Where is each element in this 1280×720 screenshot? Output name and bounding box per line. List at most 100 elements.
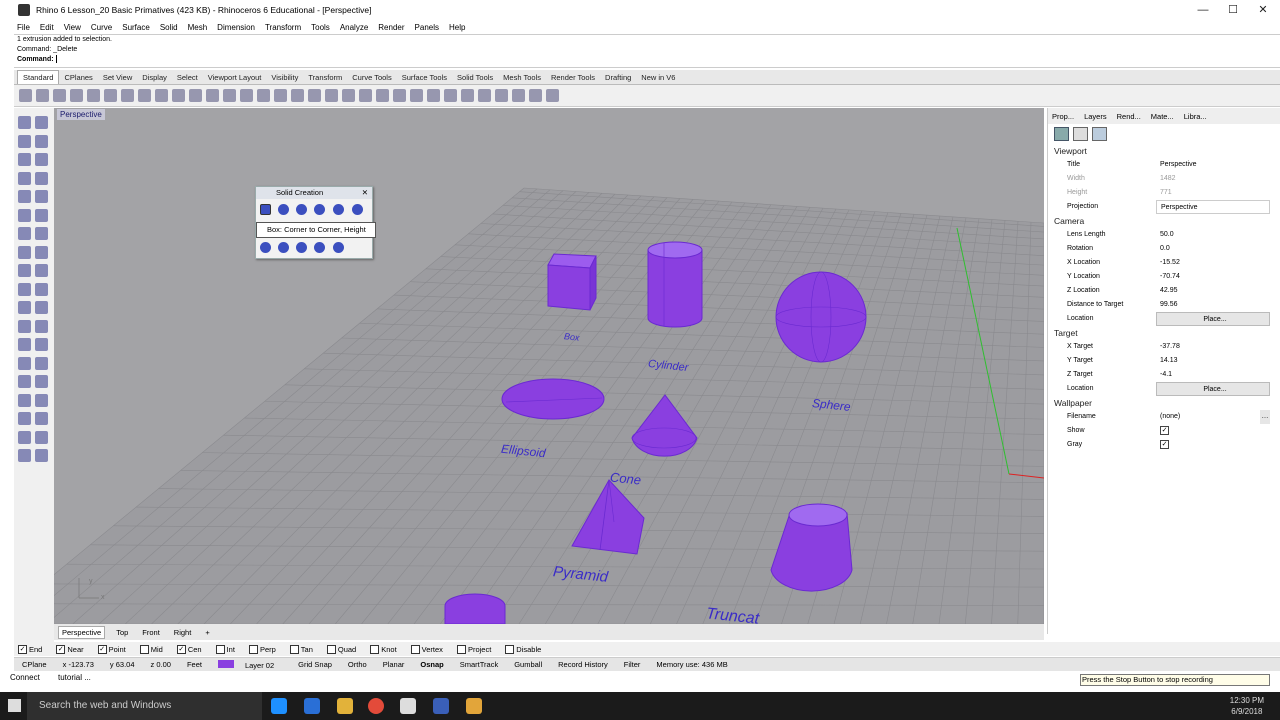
- osnap-knot[interactable]: Knot: [370, 644, 403, 654]
- tab-top[interactable]: Top: [113, 627, 131, 638]
- tab-cplanes[interactable]: CPlanes: [59, 71, 97, 84]
- camera-props-icon[interactable]: [1054, 127, 1069, 141]
- menu-transform[interactable]: Transform: [265, 23, 301, 32]
- tab-select[interactable]: Select: [172, 71, 203, 84]
- tab-surface-tools[interactable]: Surface Tools: [397, 71, 452, 84]
- options-icon[interactable]: [495, 89, 508, 102]
- tab-mesh-tools[interactable]: Mesh Tools: [498, 71, 546, 84]
- explode-tool-icon[interactable]: [18, 338, 31, 351]
- status-gumball[interactable]: Gumball: [506, 660, 550, 669]
- sphere-tool-icon[interactable]: [296, 204, 307, 215]
- tab-standard[interactable]: Standard: [17, 70, 60, 84]
- extrude-tool-icon[interactable]: [18, 245, 31, 259]
- four-view-icon[interactable]: [291, 89, 304, 102]
- tab-perspective[interactable]: Perspective: [58, 625, 106, 639]
- start-windows-icon[interactable]: [8, 699, 21, 712]
- osnap-end[interactable]: ✓ End: [18, 644, 49, 654]
- prop-ytarget-field[interactable]: 14.13: [1156, 354, 1280, 368]
- point-tool-icon[interactable]: [35, 116, 48, 129]
- torus-tool-icon[interactable]: [260, 242, 271, 253]
- status-layer[interactable]: Layer 02: [210, 659, 290, 670]
- status-record-history[interactable]: Record History: [550, 660, 616, 669]
- osnap-int[interactable]: Int: [215, 644, 242, 654]
- osnap-near[interactable]: ✓ Near: [56, 644, 90, 654]
- ellipse-tool-icon[interactable]: [18, 171, 31, 185]
- zoom-extents-icon[interactable]: [240, 89, 253, 102]
- array-tool-icon[interactable]: [35, 412, 48, 425]
- prop-rotation-field[interactable]: 0.0: [1156, 242, 1280, 256]
- undo-icon[interactable]: [155, 89, 168, 102]
- cone-tool-icon[interactable]: [333, 204, 344, 215]
- sweep-tool-icon[interactable]: [18, 264, 31, 277]
- prop-zloc-field[interactable]: 42.95: [1156, 284, 1280, 298]
- viewport-canvas[interactable]: [54, 108, 1044, 624]
- zoom-icon[interactable]: [206, 89, 219, 102]
- osnap-checkbox[interactable]: ✓: [176, 644, 186, 654]
- text-tool-icon[interactable]: [35, 338, 48, 351]
- tutorial-label[interactable]: tutorial ...: [58, 673, 91, 682]
- osnap-checkbox[interactable]: ✓: [18, 644, 27, 654]
- osnap-checkbox[interactable]: ✓: [56, 644, 66, 654]
- menu-tools[interactable]: Tools: [311, 23, 330, 32]
- circle-tool-icon[interactable]: [18, 153, 31, 166]
- close-button[interactable]: ✕: [1248, 0, 1278, 20]
- revolve-tool-icon[interactable]: [35, 264, 48, 277]
- prop-distance-field[interactable]: 99.56: [1156, 298, 1280, 312]
- cut-icon[interactable]: [104, 89, 117, 102]
- taskbar-search[interactable]: Search the web and Windows: [27, 692, 262, 720]
- polygon-tool-icon[interactable]: [18, 190, 31, 203]
- prop-filename-field[interactable]: (none): [1156, 410, 1260, 424]
- osnap-checkbox[interactable]: [410, 644, 420, 654]
- osnap-tan[interactable]: Tan: [289, 644, 320, 654]
- menu-mesh[interactable]: Mesh: [188, 23, 208, 32]
- zoom-window-icon[interactable]: [223, 89, 236, 102]
- connect-label[interactable]: Connect: [10, 673, 40, 682]
- chrome-icon[interactable]: [368, 698, 384, 714]
- menu-help[interactable]: Help: [449, 23, 465, 32]
- layer-icon[interactable]: [393, 89, 406, 102]
- import-icon[interactable]: [87, 89, 100, 102]
- status-cplane[interactable]: CPlane: [14, 660, 55, 669]
- copy-icon[interactable]: [121, 89, 134, 102]
- cylinder-tool-icon[interactable]: [35, 227, 48, 240]
- polyline-tool-icon[interactable]: [18, 134, 31, 148]
- chamfer-tool-icon[interactable]: [35, 282, 48, 296]
- add-viewport-icon[interactable]: +: [202, 627, 212, 638]
- menu-analyze[interactable]: Analyze: [340, 23, 368, 32]
- move-icon[interactable]: [189, 89, 202, 102]
- render-props-icon[interactable]: [1092, 127, 1107, 141]
- mirror-tool-icon[interactable]: [18, 412, 31, 425]
- prop-yloc-field[interactable]: -70.74: [1156, 270, 1280, 284]
- sphere-tool-icon[interactable]: [18, 227, 31, 240]
- fillet-tool-icon[interactable]: [18, 282, 31, 296]
- camera-place-button[interactable]: Place...: [1156, 312, 1270, 326]
- tab-new-in-v6[interactable]: New in V6: [636, 71, 680, 84]
- line-tool-icon[interactable]: [35, 134, 48, 148]
- move-tool-icon[interactable]: [18, 375, 31, 388]
- app-taskbar-icon[interactable]: [433, 698, 449, 714]
- open-file-icon[interactable]: [36, 89, 49, 102]
- osnap-vertex[interactable]: Vertex: [410, 644, 450, 654]
- sphere-object[interactable]: [775, 271, 867, 363]
- status-planar[interactable]: Planar: [375, 660, 413, 669]
- tab-viewport-layout[interactable]: Viewport Layout: [203, 71, 267, 84]
- select-icon[interactable]: [325, 89, 338, 102]
- boolean-tool-icon[interactable]: [18, 301, 31, 314]
- osnap-checkbox[interactable]: [139, 644, 149, 654]
- menu-dimension[interactable]: Dimension: [217, 23, 255, 32]
- plugin-icon[interactable]: [512, 89, 525, 102]
- save-icon[interactable]: [53, 89, 66, 102]
- cylinder-tool-icon[interactable]: [278, 204, 289, 215]
- osnap-point[interactable]: ✓ Point: [97, 644, 133, 654]
- new-file-icon[interactable]: [19, 89, 32, 102]
- join-tool-icon[interactable]: [35, 319, 48, 333]
- viewport-title[interactable]: Perspective: [57, 109, 105, 120]
- lock-icon[interactable]: [376, 89, 389, 102]
- prop-lens-field[interactable]: 50.0: [1156, 228, 1280, 242]
- tab-solid-tools[interactable]: Solid Tools: [452, 71, 498, 84]
- gumball-tool-icon[interactable]: [18, 430, 31, 444]
- status-osnap[interactable]: Osnap: [412, 660, 451, 669]
- color-wheel-icon[interactable]: [410, 89, 423, 102]
- file-explorer-icon[interactable]: [337, 698, 353, 714]
- prop-xloc-field[interactable]: -15.52: [1156, 256, 1280, 270]
